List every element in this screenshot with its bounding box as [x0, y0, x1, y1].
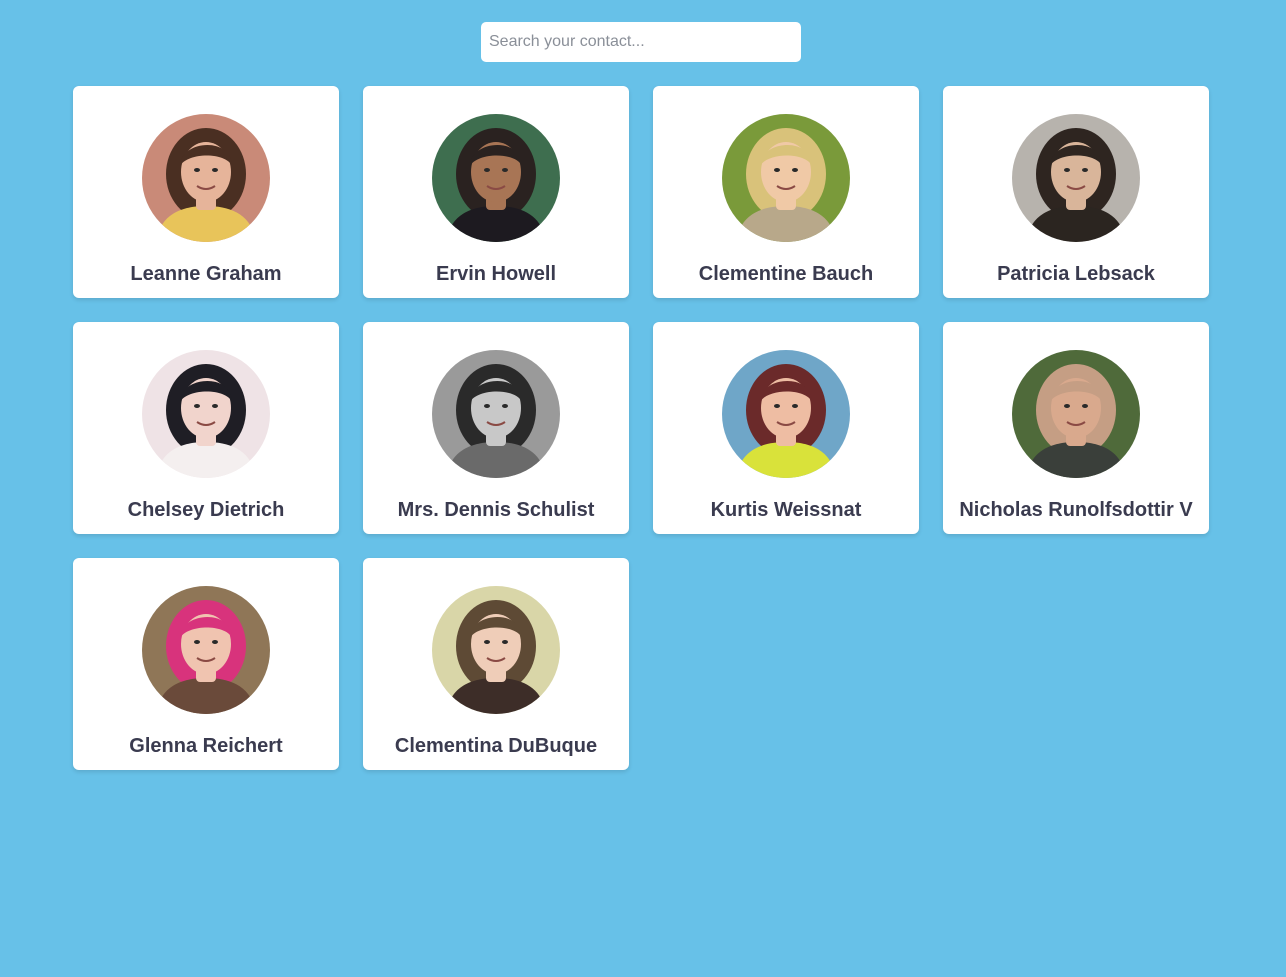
avatar-photo	[1012, 350, 1140, 478]
contact-avatar	[432, 114, 560, 242]
contact-card[interactable]: Kurtis Weissnat	[653, 322, 919, 534]
contact-avatar	[1012, 350, 1140, 478]
contact-card[interactable]: Chelsey Dietrich	[73, 322, 339, 534]
contact-name: Ervin Howell	[435, 263, 557, 285]
search-bar	[481, 22, 801, 62]
contact-card[interactable]: Glenna Reichert	[73, 558, 339, 770]
contact-card[interactable]: Patricia Lebsack	[943, 86, 1209, 298]
contact-name: Leanne Graham	[130, 263, 282, 285]
avatar-photo	[432, 350, 560, 478]
contact-name: Nicholas Runolfsdottir V	[959, 499, 1193, 521]
contact-name: Patricia Lebsack	[997, 263, 1155, 285]
contact-avatar	[142, 586, 270, 714]
avatar-photo	[432, 114, 560, 242]
avatar-photo	[722, 350, 850, 478]
contact-name: Clementine Bauch	[698, 263, 874, 285]
contact-avatar	[1012, 114, 1140, 242]
avatar-photo	[142, 350, 270, 478]
contact-card[interactable]: Mrs. Dennis Schulist	[363, 322, 629, 534]
contact-card[interactable]: Ervin Howell	[363, 86, 629, 298]
avatar-photo	[722, 114, 850, 242]
contact-avatar	[142, 114, 270, 242]
avatar-photo	[432, 586, 560, 714]
contact-card[interactable]: Clementine Bauch	[653, 86, 919, 298]
contact-name: Chelsey Dietrich	[127, 499, 285, 521]
avatar-photo	[1012, 114, 1140, 242]
contact-avatar	[722, 350, 850, 478]
search-input[interactable]	[481, 22, 801, 62]
contact-avatar	[142, 350, 270, 478]
contact-grid: Leanne Graham Ervin Howell Clementine Ba…	[73, 86, 1209, 770]
contact-name: Kurtis Weissnat	[710, 499, 862, 521]
contact-card[interactable]: Leanne Graham	[73, 86, 339, 298]
avatar-photo	[142, 586, 270, 714]
avatar-photo	[142, 114, 270, 242]
contact-avatar	[722, 114, 850, 242]
contact-name: Clementina DuBuque	[394, 735, 598, 757]
contact-name: Mrs. Dennis Schulist	[397, 499, 595, 521]
contact-avatar	[432, 350, 560, 478]
contact-name: Glenna Reichert	[129, 735, 283, 757]
contact-card[interactable]: Nicholas Runolfsdottir V	[943, 322, 1209, 534]
contact-card[interactable]: Clementina DuBuque	[363, 558, 629, 770]
contact-avatar	[432, 586, 560, 714]
